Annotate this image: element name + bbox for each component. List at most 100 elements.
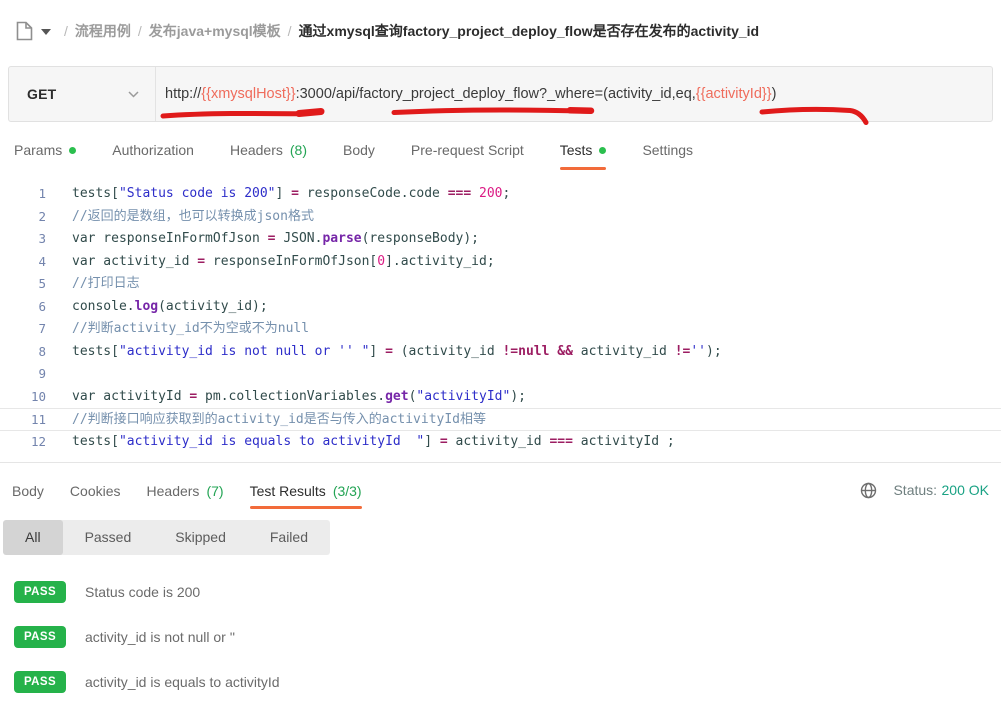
code-line[interactable]: 2 //返回的是数组，也可以转换成json格式 [0, 206, 1001, 229]
code-token: === [549, 434, 572, 449]
line-number: 2 [0, 206, 46, 229]
code-token: = [291, 186, 299, 201]
tab-headers[interactable]: Headers(8) [230, 122, 307, 178]
tab-settings[interactable]: Settings [642, 122, 693, 178]
globe-icon [860, 482, 877, 499]
tab-body[interactable]: Body [343, 122, 375, 178]
code-line[interactable]: 5//打印日志 [0, 273, 1001, 296]
pass-badge: PASS [14, 671, 66, 693]
code-token: "Status code is 200" [119, 186, 276, 201]
tab-authorization[interactable]: Authorization [112, 122, 194, 178]
tab-body[interactable]: Body [12, 463, 44, 518]
tab-count: (8) [290, 142, 307, 158]
code-token: ] [424, 434, 440, 449]
code-line-text: console.log(activity_id); [72, 296, 268, 319]
method-label: GET [27, 86, 56, 102]
tab-label: Headers [147, 483, 200, 499]
collection-file-icon[interactable] [16, 21, 33, 41]
line-number: 3 [0, 228, 46, 251]
code-token: JSON. [276, 231, 323, 246]
breadcrumb-separator: / [138, 23, 142, 39]
code-token: null [518, 344, 549, 359]
code-line[interactable]: 3var responseInFormOfJson = JSON.parse(r… [0, 228, 1001, 251]
response-status: Status: 200 OK [860, 482, 989, 500]
url-input[interactable]: http://{{xmysqlHost}}:3000/api/factory_p… [156, 67, 992, 121]
code-line[interactable]: 12tests["activity_id is equals to activi… [0, 431, 1001, 454]
code-line[interactable]: 6 console.log(activity_id); [0, 296, 1001, 319]
url-variable-segment: {{activityId}} [696, 86, 772, 102]
tab-cookies[interactable]: Cookies [70, 463, 121, 518]
code-line[interactable]: 8tests["activity_id is not null or '' "]… [0, 341, 1001, 364]
tab-params[interactable]: Params [14, 122, 76, 178]
code-line[interactable]: 9 [0, 363, 1001, 386]
tab-count: (3/3) [333, 483, 362, 499]
tab-headers[interactable]: Headers (7) [147, 463, 224, 518]
filter-failed[interactable]: Failed [248, 520, 330, 555]
filter-passed[interactable]: Passed [63, 520, 154, 555]
tests-code-editor[interactable]: 1tests["Status code is 200"] = responseC… [0, 178, 1001, 463]
code-token: log [135, 299, 158, 314]
code-token: //判断接口响应获取到的activity_id是否与传入的activityId相… [72, 412, 486, 427]
code-line-text: tests["activity_id is equals to activity… [72, 431, 675, 454]
url-segment: http:// [165, 86, 201, 102]
code-token: = [440, 434, 448, 449]
line-number: 6 [0, 296, 46, 319]
tab-label: Tests [560, 142, 593, 158]
code-line[interactable]: 10var activityId = pm.collectionVariable… [0, 386, 1001, 409]
code-line-text: tests["activity_id is not null or '' "] … [72, 341, 722, 364]
filter-all[interactable]: All [3, 520, 63, 555]
code-token [471, 186, 479, 201]
code-line-text: tests["Status code is 200"] = responseCo… [72, 183, 510, 206]
code-line[interactable]: 1tests["Status code is 200"] = responseC… [0, 183, 1001, 206]
code-token: tests[ [72, 344, 119, 359]
line-number: 4 [0, 251, 46, 274]
line-number: 10 [0, 386, 46, 409]
code-token: console. [72, 299, 135, 314]
code-token: var activityId [72, 389, 189, 404]
code-token: (responseBody); [362, 231, 479, 246]
code-token: === [448, 186, 471, 201]
response-tabs-list: Body Cookies Headers (7) Test Results (3/3) [12, 463, 362, 518]
code-token: ] [369, 344, 385, 359]
test-result-text: activity_id is not null or '' [85, 629, 235, 645]
code-line-text: //返回的是数组，也可以转换成json格式 [72, 206, 314, 229]
tab-pre-request-script[interactable]: Pre-request Script [411, 122, 524, 178]
url-segment: ) [772, 86, 777, 102]
code-token: != [675, 344, 691, 359]
filter-skipped[interactable]: Skipped [153, 520, 248, 555]
test-result-text: activity_id is equals to activityId [85, 674, 280, 690]
code-token: //判断activity_id不为空或不为null [72, 321, 309, 336]
code-token: (activity_id [393, 344, 503, 359]
tab-test-results[interactable]: Test Results (3/3) [250, 463, 362, 518]
code-token: "activity_id is equals to activityId " [119, 434, 424, 449]
tab-label: Cookies [70, 483, 121, 499]
code-token: ].activity_id; [385, 254, 495, 269]
code-token: = [385, 344, 393, 359]
breadcrumb-item[interactable]: 通过xmysql查询factory_project_deploy_flow是否存… [299, 23, 760, 39]
breadcrumb-item[interactable]: 发布java+mysql模板 [149, 23, 281, 39]
code-line-text: //打印日志 [72, 273, 140, 296]
tab-label: Test Results [250, 483, 326, 499]
code-token: responseInFormOfJson[ [205, 254, 377, 269]
code-line[interactable]: 11//判断接口响应获取到的activity_id是否与传入的activityI… [0, 408, 1001, 431]
code-token: "activityId" [416, 389, 510, 404]
test-results-filter: AllPassedSkippedFailed [3, 520, 330, 555]
method-selector[interactable]: GET [9, 67, 156, 121]
code-token: tests[ [72, 186, 119, 201]
breadcrumb-separator: / [64, 23, 68, 39]
tab-label: Authorization [112, 142, 194, 158]
code-token: (activity_id); [158, 299, 268, 314]
code-token: var activity_id [72, 254, 197, 269]
code-line[interactable]: 4var activity_id = responseInFormOfJson[… [0, 251, 1001, 274]
breadcrumb-item[interactable]: 流程用例 [75, 23, 131, 39]
code-line[interactable]: 7//判断activity_id不为空或不为null [0, 318, 1001, 341]
test-result-row: PASSactivity_id is not null or '' [14, 626, 1001, 648]
breadcrumb-dropdown-icon[interactable] [41, 29, 51, 35]
code-token: responseCode.code [299, 186, 448, 201]
tab-count: (7) [206, 483, 223, 499]
tab-tests[interactable]: Tests [560, 122, 607, 178]
code-token: ); [510, 389, 526, 404]
test-result-row: PASSStatus code is 200 [14, 581, 1001, 603]
line-number: 9 [0, 363, 46, 386]
code-line-text: //判断activity_id不为空或不为null [72, 318, 309, 341]
